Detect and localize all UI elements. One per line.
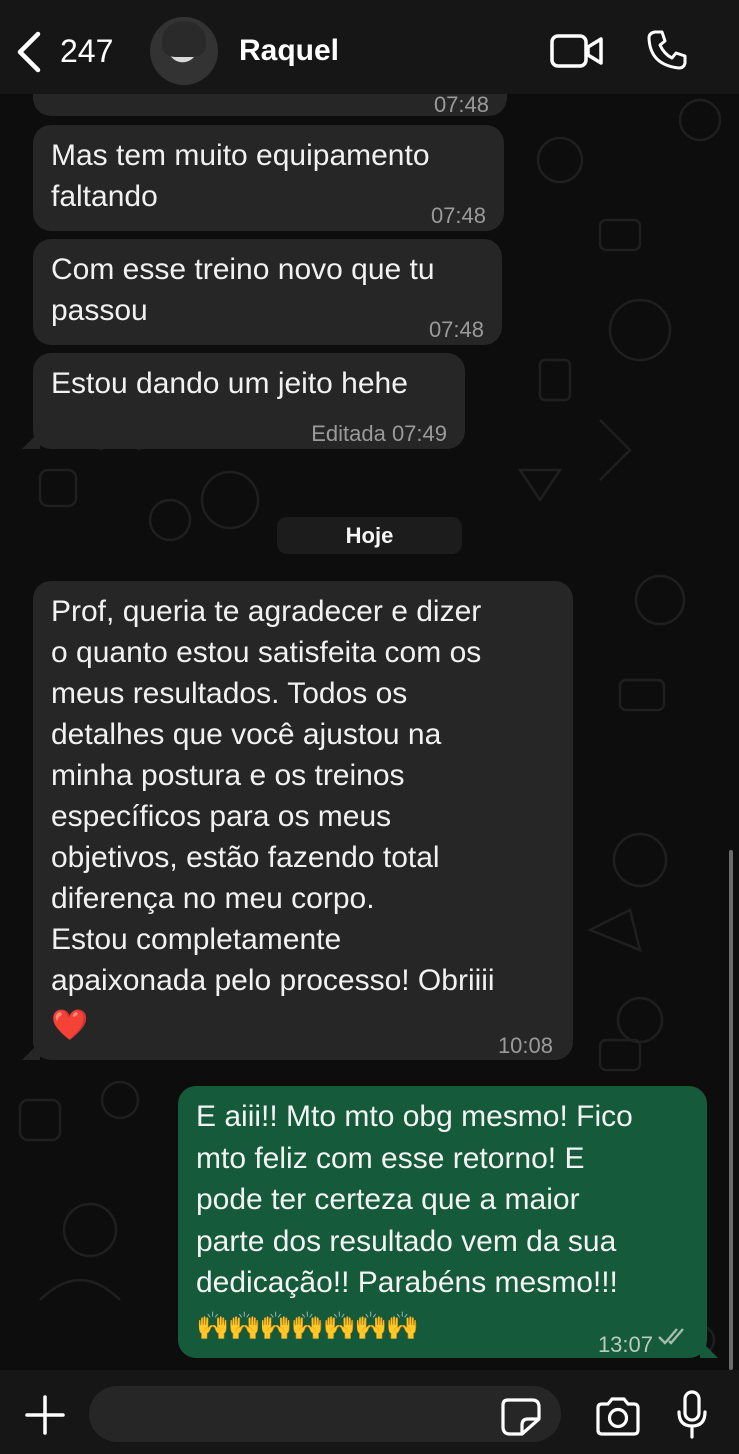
message-time-edited: Editada 07:49 — [311, 421, 447, 446]
message-text: E aiii!! Mto mto obg mesmo! Fico mto fel… — [196, 1100, 633, 1299]
microphone-icon[interactable] — [676, 1390, 708, 1440]
contact-name[interactable]: Raquel — [239, 34, 339, 68]
chevron-left-icon[interactable] — [14, 30, 44, 74]
chat-header: 247 Raquel — [0, 0, 739, 94]
message-bubble[interactable]: Mas tem muito equipamento faltando 07:48 — [33, 125, 504, 231]
heart-emoji: ❤️ — [51, 1009, 89, 1042]
message-input[interactable] — [89, 1386, 561, 1442]
composer-bar — [0, 1370, 739, 1454]
camera-icon[interactable] — [594, 1396, 642, 1436]
raising-hands-emoji: 🙌🙌🙌🙌🙌🙌🙌 — [196, 1311, 419, 1341]
message-text: Mas tem muito equipamento faltando — [51, 139, 430, 213]
message-bubble[interactable]: Com esse treino novo que tu passou 07:48 — [33, 239, 502, 345]
message-time: 10:08 — [497, 1033, 553, 1058]
unread-count[interactable]: 247 — [60, 33, 113, 70]
phone-icon[interactable] — [646, 29, 688, 71]
date-divider: Hoje — [277, 517, 462, 554]
message-bubble-outgoing[interactable]: E aiii!! Mto mto obg mesmo! Fico mto fel… — [178, 1086, 707, 1358]
message-text: Estou dando um jeito hehe — [51, 367, 408, 400]
message-bubble-long[interactable]: Prof, queria te agradecer e dizer o quan… — [33, 581, 573, 1060]
sticker-icon[interactable] — [500, 1397, 542, 1437]
video-call-icon[interactable] — [550, 33, 604, 69]
avatar[interactable] — [150, 17, 218, 85]
message-time: 07:48 — [428, 317, 484, 342]
scrollbar[interactable] — [729, 850, 733, 1370]
message-bubble[interactable]: Estou dando um jeito hehe Editada 07:49 — [33, 353, 465, 449]
plus-icon[interactable] — [24, 1394, 66, 1436]
message-text: Prof, queria te agradecer e dizer o quan… — [51, 595, 495, 997]
message-time: 07:48 — [430, 203, 486, 228]
message-text: Com esse treino novo que tu passou — [51, 253, 435, 327]
message-time: 13:07 — [597, 1332, 653, 1357]
double-check-icon — [658, 1328, 684, 1345]
